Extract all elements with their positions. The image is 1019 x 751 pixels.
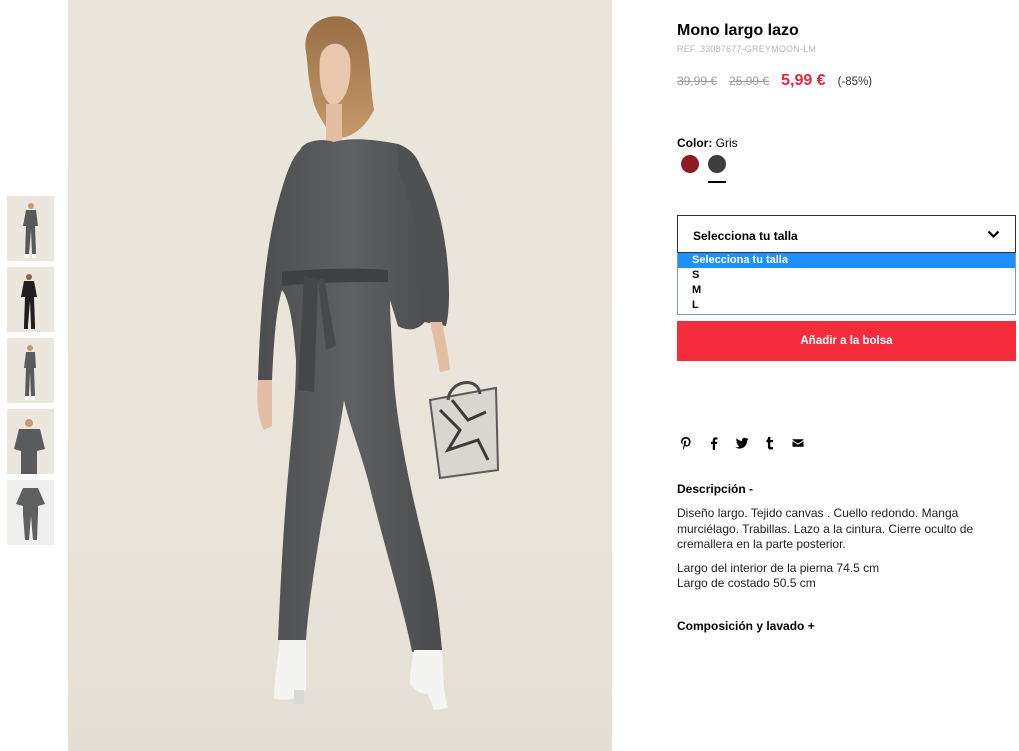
thumbnail-5[interactable]: [7, 480, 54, 545]
color-label-key: Color:: [677, 136, 713, 150]
tumblr-icon[interactable]: [763, 436, 777, 450]
share-icons: [679, 436, 805, 450]
original-price: 39,99 €: [677, 74, 718, 88]
swatch-burgundy[interactable]: [681, 155, 699, 173]
size-option-placeholder[interactable]: Selecciona tu talla: [678, 253, 1015, 268]
size-dropdown-list: Selecciona tu talla S M L: [677, 253, 1016, 315]
product-title: Mono largo lazo: [677, 22, 799, 39]
color-label: Color: Gris: [677, 136, 738, 150]
previous-price: 25,99 €: [729, 74, 770, 88]
size-select[interactable]: Selecciona tu talla: [677, 215, 1016, 253]
measure-inseam: Largo del interior de la pierna 74.5 cm: [677, 561, 880, 575]
thumbnail-2[interactable]: [7, 267, 54, 332]
chevron-down-icon: [987, 230, 1000, 239]
color-value: Gris: [715, 136, 738, 150]
facebook-icon[interactable]: [707, 436, 721, 450]
email-icon[interactable]: [791, 436, 805, 450]
size-option-s[interactable]: S: [678, 268, 1015, 283]
pinterest-icon[interactable]: [679, 436, 693, 450]
thumbnail-4[interactable]: [7, 409, 54, 474]
thumbnail-gallery: [7, 196, 54, 551]
swatch-grey[interactable]: [708, 155, 726, 183]
size-select-label: Selecciona tu talla: [693, 229, 798, 243]
measure-side: Largo de costado 50.5 cm: [677, 576, 816, 590]
size-option-m[interactable]: M: [678, 283, 1015, 298]
composition-toggle[interactable]: Composición y lavado +: [677, 619, 815, 633]
product-main-image[interactable]: [68, 0, 612, 751]
size-option-l[interactable]: L: [678, 298, 1015, 313]
product-ref: REF. 33087677-GREYMOON-LM: [677, 44, 817, 54]
add-to-bag-button[interactable]: Añadir a la bolsa: [677, 321, 1016, 361]
measurements: Largo del interior de la pierna 74.5 cm …: [677, 561, 879, 591]
description-text: Diseño largo. Tejido canvas . Cuello red…: [677, 506, 974, 551]
twitter-icon[interactable]: [735, 436, 749, 450]
thumbnail-3[interactable]: [7, 338, 54, 403]
discount-badge: (-85%): [837, 76, 873, 88]
description-toggle[interactable]: Descripción -: [677, 482, 753, 496]
thumbnail-1[interactable]: [7, 196, 54, 261]
price-row: 39,99 € 25,99 € 5,99 € (-85%): [677, 72, 872, 90]
sale-price: 5,99 €: [781, 72, 826, 89]
color-swatches: [681, 155, 726, 183]
